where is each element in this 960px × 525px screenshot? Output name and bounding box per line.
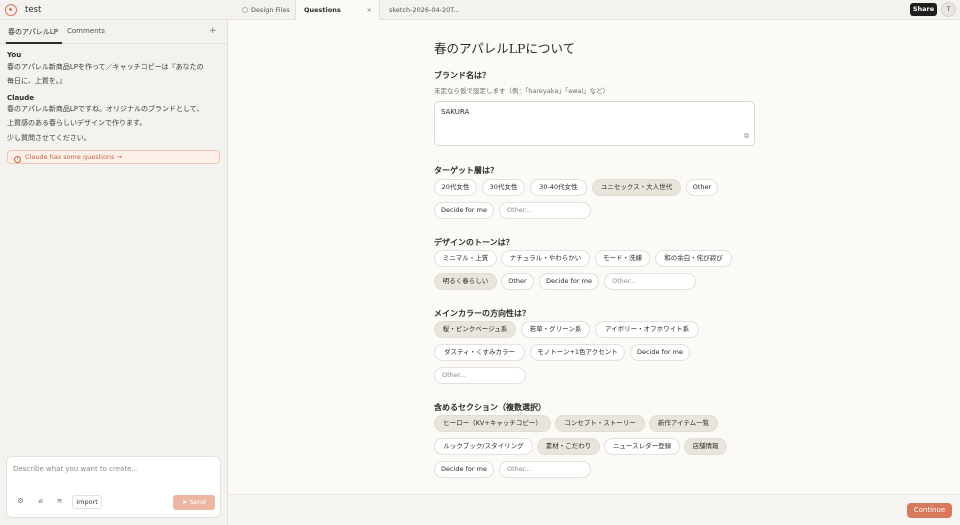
attach-icon[interactable]: ⌀ — [34, 495, 47, 508]
option-chip[interactable]: Decide for me — [630, 344, 690, 361]
active-tab-indicator — [6, 42, 62, 44]
option-chip[interactable]: ダスティ・くすみカラー — [434, 344, 525, 361]
option-chip[interactable]: ニュースレター登録 — [604, 438, 680, 455]
tab-design-files[interactable]: Design Files — [234, 0, 294, 20]
message-text: 春のアパレル新商品LPを作って／キャッチコピーは『あなたの 毎日に、上質を。』 — [7, 63, 204, 85]
message-text: 少し質問させてください。 — [7, 134, 91, 142]
option-chip[interactable]: ルックブック/スタイリング — [434, 438, 533, 455]
question-label: 含めるセクション（複数選択） — [434, 403, 546, 412]
chat-sidebar: 春のアパレルLP Comments + You 春のアパレル新商品LPを作って／… — [0, 20, 228, 525]
brand-name-value: SAKURA — [441, 108, 470, 116]
other-input[interactable]: Other... — [499, 461, 591, 478]
other-input[interactable]: Other... — [499, 202, 591, 219]
question-hint: 未定なら仮で設定します（例：「hareyaka」「awai」など） — [434, 87, 610, 95]
option-chip[interactable]: Decide for me — [434, 202, 494, 219]
option-chip-selected[interactable]: 新作アイテム一覧 — [649, 415, 718, 432]
option-chip[interactable]: モノトーン+1色アクセント — [530, 344, 625, 361]
option-chip-selected[interactable]: 桜・ピンクベージュ系 — [434, 321, 516, 338]
resize-icon[interactable]: ⧉ — [744, 132, 749, 141]
message-author: You — [7, 51, 22, 59]
option-chip[interactable]: Other — [501, 273, 534, 290]
page-title: 春のアパレルLPについて — [434, 41, 576, 56]
option-chip-selected[interactable]: 明るく春らしい — [434, 273, 497, 290]
tab-sketch[interactable]: sketch-2026-04-20T... — [381, 0, 471, 20]
option-chip[interactable]: Other — [686, 179, 718, 196]
option-chip-selected[interactable]: 素材・こだわり — [537, 438, 600, 455]
option-chip-selected[interactable]: 店舗情報 — [684, 438, 727, 455]
question-label: デザインのトーンは？ — [434, 238, 514, 247]
question-label: メインカラーの方向性は？ — [434, 309, 530, 318]
option-chip-selected[interactable]: コンセプト・ストーリー — [555, 415, 645, 432]
option-chip[interactable]: ミニマル・上質 — [434, 250, 497, 267]
continue-button[interactable]: Continue — [907, 503, 952, 518]
sidebar-tab-chat[interactable]: 春のアパレルLP — [8, 27, 58, 37]
question-label: ブランド名は？ — [434, 71, 490, 80]
questions-banner[interactable]: ? Claude has some questions → — [7, 150, 220, 164]
option-chip[interactable]: 30-40代女性 — [530, 179, 587, 196]
send-icon: ➤ — [182, 498, 190, 506]
option-chip[interactable]: モード・洗練 — [595, 250, 650, 267]
close-icon[interactable]: × — [367, 0, 372, 20]
option-chip[interactable]: アイボリー・オフホワイト系 — [595, 321, 699, 338]
app-logo-icon[interactable] — [5, 4, 17, 16]
question-label: ターゲット層は？ — [434, 166, 498, 175]
message-composer: Describe what you want to create... ⚙ ⌀ … — [6, 456, 221, 518]
option-chip-selected[interactable]: ユニセックス・大人世代 — [592, 179, 681, 196]
other-input[interactable]: Other... — [434, 367, 526, 384]
option-chip-selected[interactable]: ヒーロー（KV+キャッチコピー） — [434, 415, 551, 432]
option-chip[interactable]: 若草・グリーン系 — [521, 321, 590, 338]
avatar[interactable]: T — [941, 2, 956, 17]
tab-questions[interactable]: Questions × — [295, 0, 380, 20]
send-button[interactable]: ➤ Send — [173, 495, 215, 510]
project-title[interactable]: test — [25, 5, 41, 15]
settings-icon[interactable]: ⚙ — [14, 495, 27, 508]
other-input[interactable]: Other... — [604, 273, 696, 290]
option-chip[interactable]: 30代女性 — [482, 179, 525, 196]
sidebar-tab-comments[interactable]: Comments — [67, 27, 105, 35]
option-chip[interactable]: 和の余白・侘び寂び — [655, 250, 732, 267]
option-chip[interactable]: 20代女性 — [434, 179, 477, 196]
voice-icon[interactable]: ≋ — [53, 495, 66, 508]
prompt-input[interactable]: Describe what you want to create... — [13, 465, 138, 473]
add-icon[interactable]: + — [209, 26, 217, 36]
top-bar: test Design Files Questions × sketch-202… — [0, 0, 960, 20]
option-chip[interactable]: Decide for me — [539, 273, 599, 290]
option-chip[interactable]: ナチュラル・やわらかい — [501, 250, 590, 267]
share-button[interactable]: Share — [910, 3, 937, 16]
option-chip[interactable]: Decide for me — [434, 461, 494, 478]
import-button[interactable]: Import — [72, 495, 102, 509]
brand-name-input[interactable]: SAKURA ⧉ — [434, 101, 755, 146]
question-icon: ? — [14, 156, 21, 163]
message-text: 春のアパレル新商品LPですね。オリジナルのブランドとして、 上質感のある春らしい… — [7, 105, 204, 127]
footer-bar: Continue — [229, 494, 960, 525]
file-icon — [242, 7, 248, 13]
message-author: Claude — [7, 94, 35, 102]
